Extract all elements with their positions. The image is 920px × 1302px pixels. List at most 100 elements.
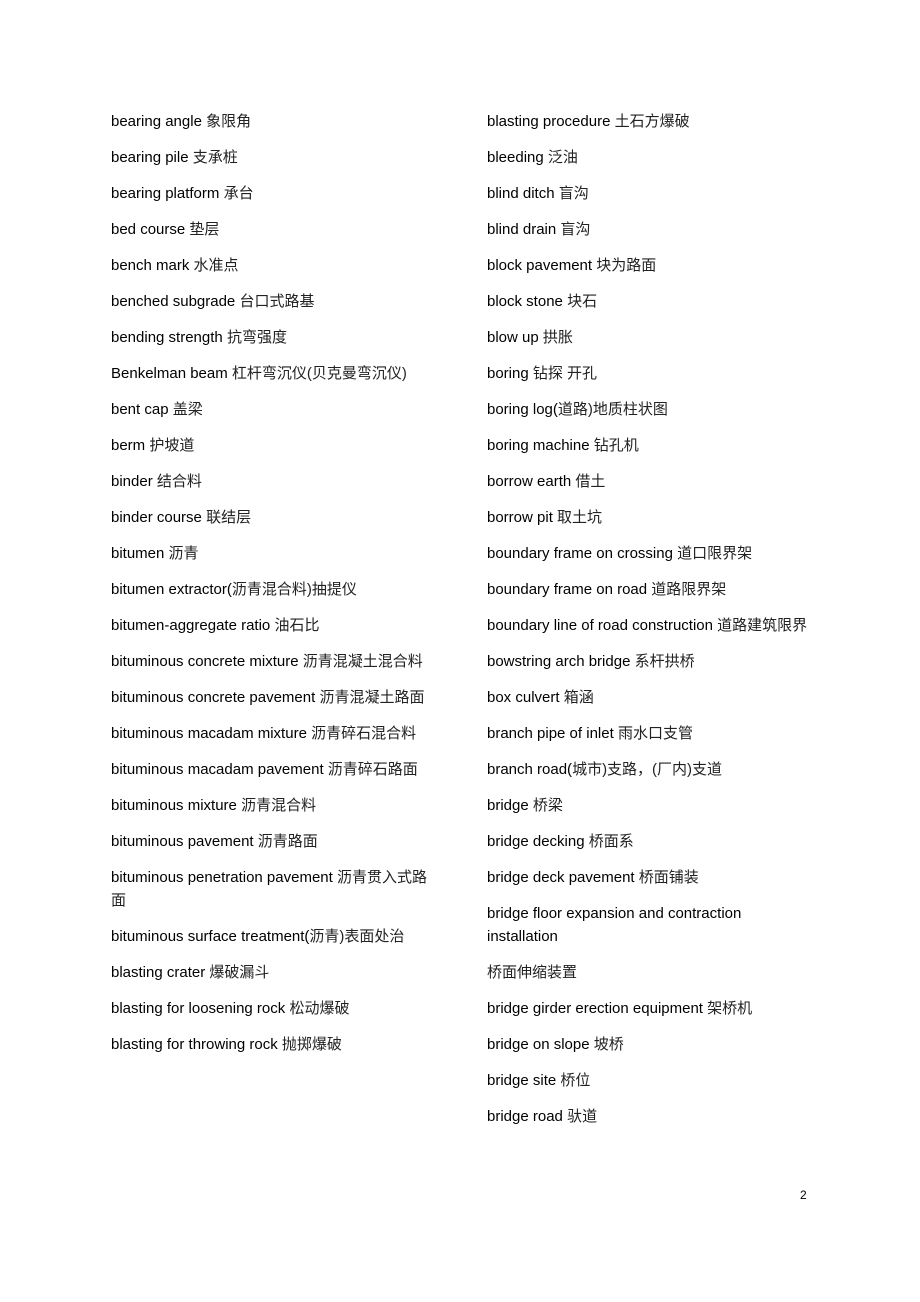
- english-term: bridge floor expansion and contraction i…: [487, 905, 742, 945]
- glossary-entry: blind drain 盲沟: [487, 218, 809, 241]
- english-term: blind drain: [487, 221, 557, 238]
- english-term: bridge site: [487, 1072, 557, 1089]
- glossary-entry: boring machine 钻孔机: [487, 434, 809, 457]
- english-term: bitumen-aggregate ratio: [111, 617, 271, 634]
- english-term: binder course: [111, 509, 202, 526]
- glossary-entry: bituminous macadam mixture 沥青碎石混合料: [111, 722, 439, 745]
- chinese-term: 箱涵: [563, 689, 594, 706]
- english-term: bitumen extractor(: [111, 581, 232, 598]
- chinese-term: 坡桥: [593, 1036, 624, 1053]
- english-term: bituminous surface treatment(: [111, 928, 310, 945]
- glossary-entry: bridge on slope 坡桥: [487, 1033, 809, 1056]
- right-column: blasting procedure 土石方爆破 bleeding 泛油 blind…: [487, 110, 809, 1141]
- english-term: bridge girder erection equipment: [487, 1000, 703, 1017]
- chinese-term: 沥青)表面处治: [309, 928, 405, 945]
- english-term: blow up: [487, 329, 539, 346]
- glossary-entry: bridge deck pavement 桥面铺装: [487, 866, 809, 889]
- chinese-term: 松动爆破: [289, 1000, 350, 1017]
- chinese-term: 台口式路基: [239, 293, 315, 310]
- english-term: branch pipe of inlet: [487, 725, 614, 742]
- english-term: block stone: [487, 293, 563, 310]
- glossary-entry: bituminous surface treatment(沥青)表面处治: [111, 925, 439, 948]
- glossary-entry: bridge decking 桥面系: [487, 830, 809, 853]
- chinese-term: 道路限界架: [651, 581, 727, 598]
- glossary-entry: borrow earth 借土: [487, 470, 809, 493]
- english-term: borrow pit: [487, 509, 553, 526]
- english-term: bituminous macadam pavement: [111, 761, 324, 778]
- chinese-term: 支承桩: [192, 149, 238, 166]
- glossary-entry: block stone 块石: [487, 290, 809, 313]
- english-term: benched subgrade: [111, 293, 236, 310]
- glossary-entry: bitumen extractor(沥青混合料)抽提仪: [111, 578, 439, 601]
- chinese-term: 盲沟: [560, 221, 591, 238]
- chinese-term: 盖梁: [172, 401, 203, 418]
- chinese-term: 泛油: [547, 149, 578, 166]
- chinese-term: 抗弯强度: [226, 329, 287, 346]
- english-term: bridge deck pavement: [487, 869, 635, 886]
- glossary-entry: bituminous concrete mixture 沥青混凝土混合料: [111, 650, 439, 673]
- glossary-entry: blasting for throwing rock 抛掷爆破: [111, 1033, 439, 1056]
- glossary-entry: bed course 垫层: [111, 218, 439, 241]
- english-term: bowstring arch bridge: [487, 653, 631, 670]
- glossary-entry: boring log(道路)地质柱状图: [487, 398, 809, 421]
- english-term: bearing platform: [111, 185, 220, 202]
- chinese-term: 架桥机: [707, 1000, 753, 1017]
- chinese-term: 拱胀: [542, 329, 573, 346]
- english-term: blasting for loosening rock: [111, 1000, 286, 1017]
- glossary-entry: boundary frame on crossing 道口限界架: [487, 542, 809, 565]
- glossary-entry: branch pipe of inlet 雨水口支管: [487, 722, 809, 745]
- chinese-term: 桥面伸缩装置: [487, 964, 578, 981]
- chinese-term: 联结层: [206, 509, 252, 526]
- english-term: boundary line of road construction: [487, 617, 713, 634]
- chinese-term: 块为路面: [596, 257, 657, 274]
- glossary-entry: box culvert 箱涵: [487, 686, 809, 709]
- glossary-entry: binder 结合料: [111, 470, 439, 493]
- glossary-entry: blasting procedure 土石方爆破: [487, 110, 809, 133]
- english-term: boring log(: [487, 401, 558, 418]
- chinese-term: 城市)支路，(厂内)支道: [572, 761, 723, 778]
- glossary-entry: bridge site 桥位: [487, 1069, 809, 1092]
- chinese-term: 沥青混凝土混合料: [302, 653, 423, 670]
- glossary-entry: bent cap 盖梁: [111, 398, 439, 421]
- glossary-entry: bituminous pavement 沥青路面: [111, 830, 439, 853]
- chinese-term: 抛掷爆破: [281, 1036, 342, 1053]
- glossary-entry: bowstring arch bridge 系杆拱桥: [487, 650, 809, 673]
- glossary-entry: bitumen-aggregate ratio 油石比: [111, 614, 439, 637]
- english-term: bridge on slope: [487, 1036, 590, 1053]
- glossary-entry: blow up 拱胀: [487, 326, 809, 349]
- glossary-entry: Benkelman beam 杠杆弯沉仪(贝克曼弯沉仪): [111, 362, 439, 385]
- glossary-entry: bituminous concrete pavement 沥青混凝土路面: [111, 686, 439, 709]
- english-term: bituminous penetration pavement: [111, 869, 333, 886]
- english-term: bed course: [111, 221, 186, 238]
- english-term: bituminous pavement: [111, 833, 254, 850]
- chinese-term: 取土坑: [557, 509, 603, 526]
- glossary-entry: borrow pit 取土坑: [487, 506, 809, 529]
- glossary-entry: 桥面伸缩装置: [487, 961, 809, 984]
- english-term: bleeding: [487, 149, 544, 166]
- english-term: boring machine: [487, 437, 590, 454]
- glossary-entry: benched subgrade 台口式路基: [111, 290, 439, 313]
- chinese-term: 道路建筑限界: [717, 617, 808, 634]
- english-term: bearing pile: [111, 149, 189, 166]
- glossary-entry: berm 护坡道: [111, 434, 439, 457]
- chinese-term: 结合料: [156, 473, 202, 490]
- chinese-term: 桥梁: [532, 797, 563, 814]
- english-term: blind ditch: [487, 185, 555, 202]
- english-term: boundary frame on crossing: [487, 545, 673, 562]
- glossary-entry: bench mark 水准点: [111, 254, 439, 277]
- left-column: bearing angle 象限角 bearing pile 支承桩 bearing…: [111, 110, 439, 1069]
- chinese-term: 块石: [567, 293, 598, 310]
- chinese-term: 杠杆弯沉仪(贝克曼弯沉仪): [231, 365, 407, 382]
- glossary-entry: bitumen 沥青: [111, 542, 439, 565]
- english-term: blasting procedure: [487, 113, 611, 130]
- glossary-entry: blasting for loosening rock 松动爆破: [111, 997, 439, 1020]
- english-term: box culvert: [487, 689, 560, 706]
- english-term: boundary frame on road: [487, 581, 648, 598]
- glossary-entry: branch road(城市)支路，(厂内)支道: [487, 758, 809, 781]
- chinese-term: 土石方爆破: [614, 113, 690, 130]
- page-number: 2: [800, 1188, 807, 1202]
- chinese-term: 桥面铺装: [638, 869, 699, 886]
- english-term: binder: [111, 473, 153, 490]
- english-term: boring: [487, 365, 529, 382]
- chinese-term: 护坡道: [149, 437, 195, 454]
